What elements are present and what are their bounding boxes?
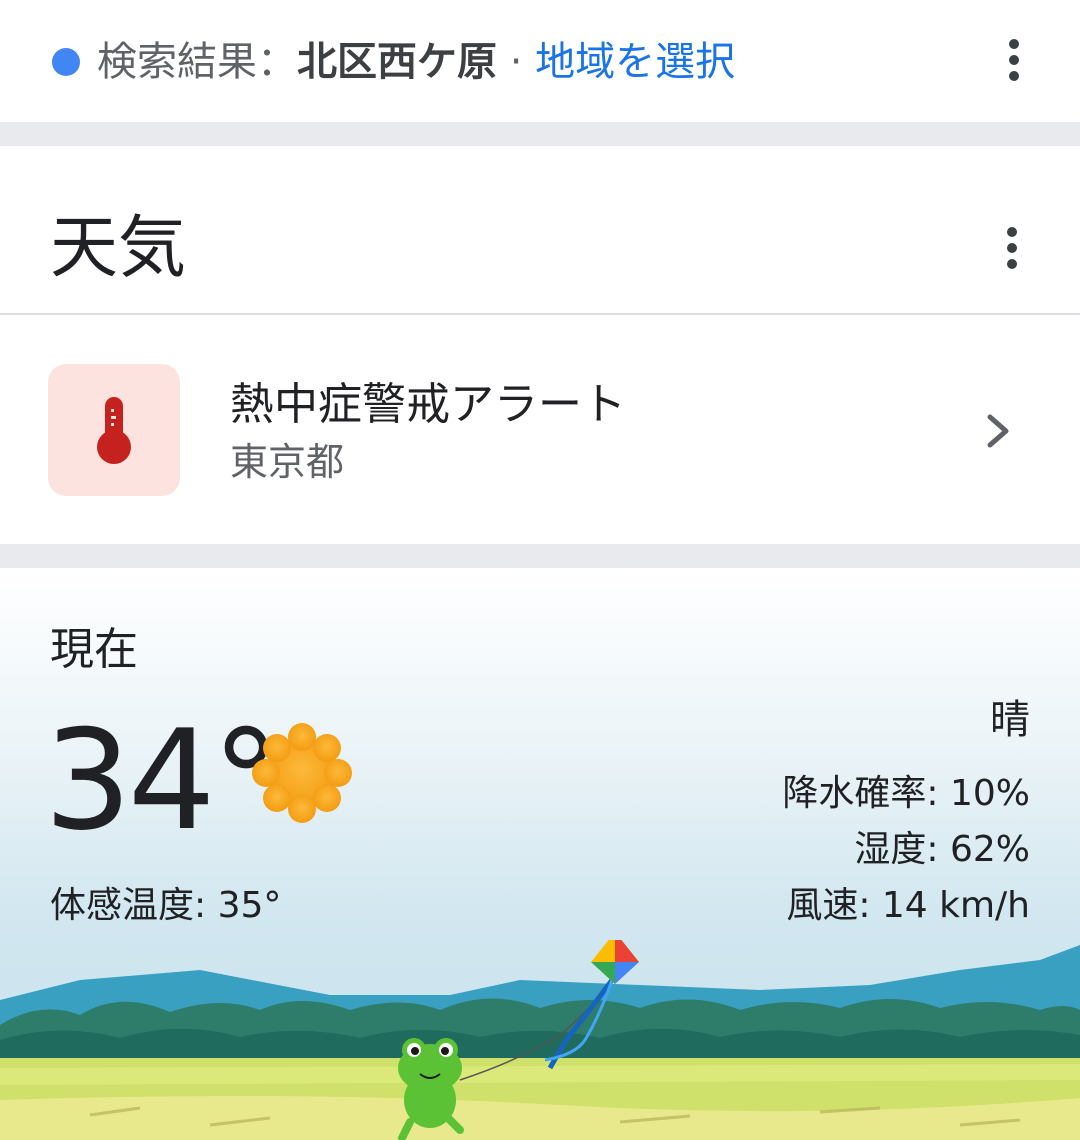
heat-alert-row[interactable]: 熱中症警戒アラート 東京都 bbox=[0, 315, 1080, 544]
search-header: 検索結果：北区西ケ原 · 地域を選択 bbox=[0, 0, 1080, 122]
section-divider bbox=[0, 122, 1080, 146]
feels-like: 体感温度: 35° bbox=[50, 885, 282, 926]
current-temperature: 34° bbox=[44, 700, 281, 861]
precipitation: 降水確率: 10% bbox=[782, 773, 1030, 814]
separator: · bbox=[497, 39, 536, 85]
alert-title: 熱中症警戒アラート bbox=[230, 379, 626, 430]
section-divider bbox=[0, 544, 1080, 568]
alert-region: 東京都 bbox=[230, 440, 345, 484]
landscape-illustration bbox=[0, 940, 1080, 1140]
sun-icon bbox=[252, 723, 352, 823]
weather-title-card: 天気 bbox=[0, 146, 1080, 314]
wind-speed: 風速: 14 km/h bbox=[786, 885, 1030, 926]
location-line: 検索結果：北区西ケ原 · 地域を選択 bbox=[97, 36, 735, 88]
humidity: 湿度: 62% bbox=[854, 829, 1030, 870]
select-region-link[interactable]: 地域を選択 bbox=[535, 39, 735, 85]
weather-more-icon[interactable] bbox=[992, 218, 1032, 278]
search-results-label: 検索結果： bbox=[97, 39, 297, 85]
chevron-right-icon[interactable] bbox=[978, 411, 1018, 451]
weather-condition: 晴 bbox=[990, 697, 1030, 743]
page-title: 天気 bbox=[50, 209, 187, 288]
current-weather-card: 現在 34° 体感温度: 35° 晴 降水確率: 10% 湿度: 62% 風速:… bbox=[0, 568, 1080, 1140]
location-name: 北区西ケ原 bbox=[297, 39, 497, 85]
thermometer-icon bbox=[97, 397, 131, 464]
location-dot-icon bbox=[52, 48, 80, 76]
header-more-icon[interactable] bbox=[994, 30, 1034, 90]
alert-icon-box bbox=[48, 364, 180, 496]
now-label: 現在 bbox=[50, 624, 138, 675]
